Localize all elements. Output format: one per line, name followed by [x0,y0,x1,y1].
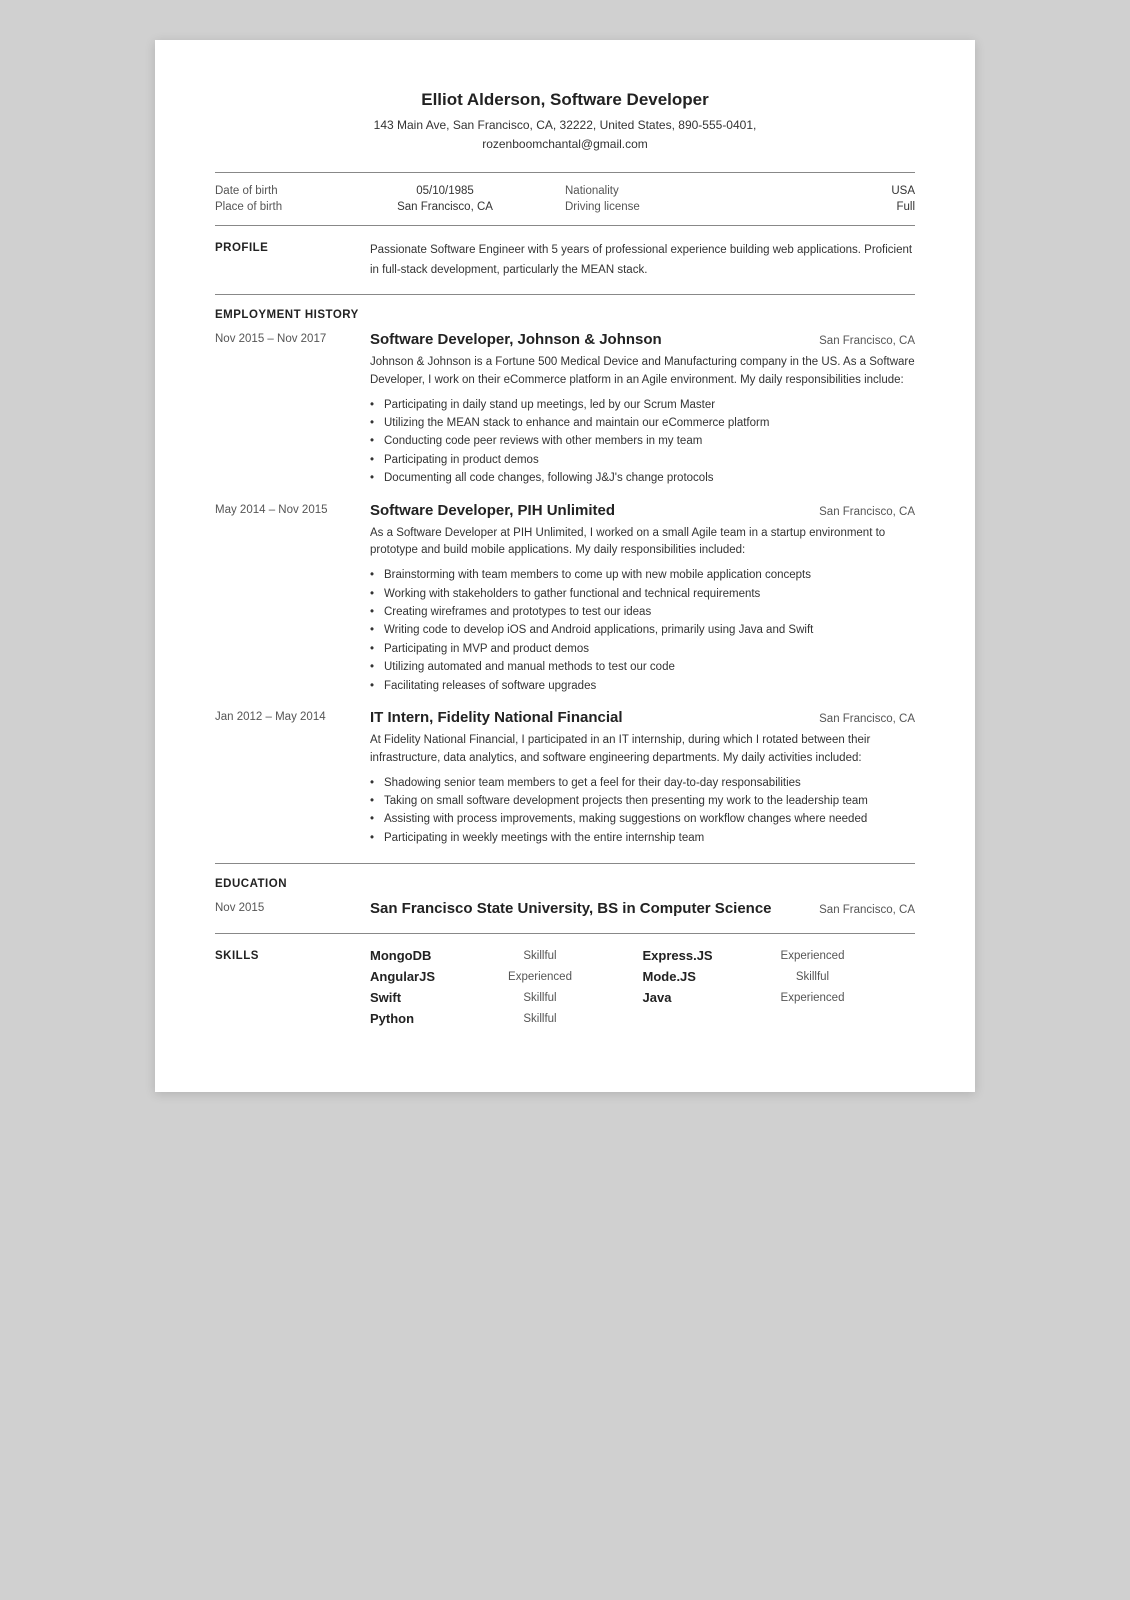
skill-modejs: Mode.JS Skillful [643,969,916,984]
driving-value: Full [896,201,915,213]
list-item: Participating in MVP and product demos [370,640,915,658]
job-1-date: Nov 2015 – Nov 2017 [215,333,370,345]
education-section: EDUCATION Nov 2015 San Francisco State U… [215,878,915,917]
job-1-bullets: Participating in daily stand up meetings… [370,396,915,488]
edu-1: Nov 2015 San Francisco State University,… [215,900,915,917]
list-item: Shadowing senior team members to get a f… [370,774,915,792]
personal-info: Date of birth 05/10/1985 Nationality USA… [215,185,915,213]
edu-1-date: Nov 2015 [215,902,370,914]
skill-expressjs: Express.JS Experienced [643,948,916,963]
list-item: Participating in daily stand up meetings… [370,396,915,414]
employment-divider [215,863,915,864]
education-label: EDUCATION [215,878,287,890]
list-item: Documenting all code changes, following … [370,469,915,487]
list-item: Writing code to develop iOS and Android … [370,621,915,639]
candidate-name: Elliot Alderson, Software Developer [215,90,915,110]
nationality-label: Nationality [565,185,685,197]
pob-value: San Francisco, CA [325,201,565,213]
edu-1-location: San Francisco, CA [819,904,915,916]
profile-section: PROFILE Passionate Software Engineer wit… [215,240,915,280]
skill-java: Java Experienced [643,990,916,1005]
job-2-title: Software Developer, PIH Unlimited [370,502,809,519]
skills-section: SKILLS MongoDB Skillful AngularJS Experi… [215,948,915,1032]
job-1-desc: Johnson & Johnson is a Fortune 500 Medic… [370,354,915,390]
resume-document: Elliot Alderson, Software Developer 143 … [155,40,975,1092]
job-1: Nov 2015 – Nov 2017 Software Developer, … [215,331,915,488]
job-2-desc: As a Software Developer at PIH Unlimited… [370,525,915,561]
job-3: Jan 2012 – May 2014 IT Intern, Fidelity … [215,709,915,847]
list-item: Assisting with process improvements, mak… [370,810,915,828]
driving-label: Driving license [565,201,685,213]
list-item: Creating wireframes and prototypes to te… [370,603,915,621]
list-item: Working with stakeholders to gather func… [370,585,915,603]
job-3-desc: At Fidelity National Financial, I partic… [370,732,915,768]
job-3-bullets: Shadowing senior team members to get a f… [370,774,915,848]
list-item: Utilizing automated and manual methods t… [370,658,915,676]
education-divider [215,933,915,934]
profile-divider [215,294,915,295]
skill-mongodb: MongoDB Skillful [370,948,643,963]
job-2-date: May 2014 – Nov 2015 [215,504,370,516]
job-3-location: San Francisco, CA [819,713,915,725]
profile-text: Passionate Software Engineer with 5 year… [370,244,912,276]
list-item: Conducting code peer reviews with other … [370,432,915,450]
employment-label: EMPLOYMENT HISTORY [215,309,359,321]
list-item: Facilitating releases of software upgrad… [370,677,915,695]
job-1-location: San Francisco, CA [819,335,915,347]
skill-swift: Swift Skillful [370,990,643,1005]
nationality-value: USA [891,185,915,197]
pob-label: Place of birth [215,201,325,213]
header-divider [215,172,915,173]
job-2-bullets: Brainstorming with team members to come … [370,566,915,695]
job-3-date: Jan 2012 – May 2014 [215,711,370,723]
employment-section: EMPLOYMENT HISTORY Nov 2015 – Nov 2017 S… [215,309,915,847]
edu-1-title: San Francisco State University, BS in Co… [370,900,809,917]
dob-row: Date of birth 05/10/1985 Nationality USA [215,185,915,197]
list-item: Utilizing the MEAN stack to enhance and … [370,414,915,432]
dob-value: 05/10/1985 [325,185,565,197]
dob-label: Date of birth [215,185,325,197]
skills-col-left: MongoDB Skillful AngularJS Experienced S… [370,948,643,1032]
list-item: Brainstorming with team members to come … [370,566,915,584]
list-item: Participating in weekly meetings with th… [370,829,915,847]
skills-label: SKILLS [215,950,259,962]
skills-col-right: Express.JS Experienced Mode.JS Skillful … [643,948,916,1032]
profile-label: PROFILE [215,242,268,254]
job-2: May 2014 – Nov 2015 Software Developer, … [215,502,915,695]
skill-python: Python Skillful [370,1011,643,1026]
candidate-address: 143 Main Ave, San Francisco, CA, 32222, … [215,116,915,154]
pob-row: Place of birth San Francisco, CA Driving… [215,201,915,213]
job-1-title: Software Developer, Johnson & Johnson [370,331,809,348]
job-2-location: San Francisco, CA [819,506,915,518]
skill-angularjs: AngularJS Experienced [370,969,643,984]
personal-divider [215,225,915,226]
job-3-title: IT Intern, Fidelity National Financial [370,709,809,726]
resume-header: Elliot Alderson, Software Developer 143 … [215,90,915,154]
list-item: Participating in product demos [370,451,915,469]
list-item: Taking on small software development pro… [370,792,915,810]
